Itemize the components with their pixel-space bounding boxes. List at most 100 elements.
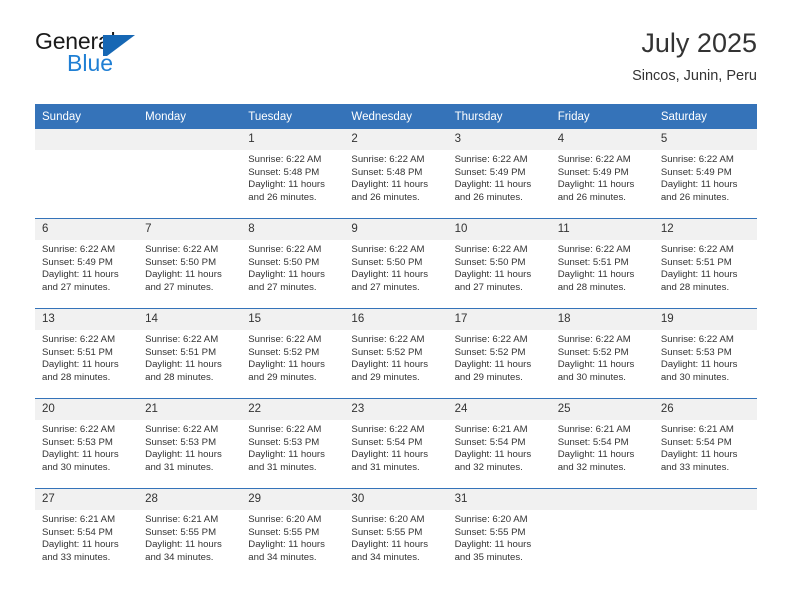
sunset-text: Sunset: 5:51 PM: [660, 256, 732, 268]
day-cell[interactable]: [653, 488, 757, 578]
day-number: 27: [35, 489, 139, 510]
day-cell[interactable]: 29 Sunrise: 6:20 AM Sunset: 5:55 PM Dayligh…: [241, 488, 345, 578]
sunset-text: Sunset: 5:49 PM: [42, 256, 113, 268]
day-cell-content: 29 Sunrise: 6:20 AM Sunset: 5:55 PM Dayligh…: [241, 489, 345, 578]
day-cell[interactable]: 16 Sunrise: 6:22 AM Sunset: 5:52 PM Dayligh…: [344, 308, 448, 399]
day-cell[interactable]: 2 Sunrise: 6:22 AM Sunset: 5:48 PM Daylight…: [344, 129, 448, 219]
day-number: 22: [241, 399, 345, 420]
day-cell[interactable]: 10 Sunrise: 6:22 AM Sunset: 5:50 PM Dayligh…: [447, 218, 551, 309]
day-number: 30: [344, 489, 448, 510]
daylight-text-line1: Daylight: 11 hours: [660, 449, 738, 461]
day-cell[interactable]: 24 Sunrise: 6:21 AM Sunset: 5:54 PM Dayligh…: [447, 398, 551, 489]
day-details: Sunrise: 6:22 AM Sunset: 5:49 PM Daylight:…: [35, 240, 138, 294]
day-cell-content: 27 Sunrise: 6:21 AM Sunset: 5:54 PM Dayligh…: [35, 489, 139, 578]
daylight-text-line1: Daylight: 11 hours: [454, 539, 532, 551]
calendar-header-row: Sunday Monday Tuesday Wednesday Thursday…: [35, 104, 757, 129]
daylight-text-line1: Daylight: 11 hours: [145, 449, 222, 461]
daylight-text-line1: Daylight: 11 hours: [42, 359, 119, 371]
calendar-week-row: 27 Sunrise: 6:21 AM Sunset: 5:54 PM Dayligh…: [35, 488, 757, 578]
brand-logo: General Blue: [35, 28, 295, 88]
day-number: 18: [550, 309, 654, 330]
day-cell[interactable]: 11 Sunrise: 6:22 AM Sunset: 5:51 PM Dayligh…: [550, 218, 654, 309]
day-cell[interactable]: 8 Sunrise: 6:22 AM Sunset: 5:50 PM Daylight…: [241, 218, 345, 309]
sunrise-text: Sunrise: 6:22 AM: [42, 244, 116, 255]
day-cell[interactable]: 20 Sunrise: 6:22 AM Sunset: 5:53 PM Dayligh…: [35, 398, 139, 489]
daylight-text-line2: and 27 minutes.: [248, 281, 317, 293]
day-number: 6: [35, 219, 139, 240]
day-cell[interactable]: 19 Sunrise: 6:22 AM Sunset: 5:53 PM Dayligh…: [653, 308, 757, 399]
day-details: Sunrise: 6:22 AM Sunset: 5:51 PM Daylight:…: [551, 240, 654, 294]
day-cell[interactable]: 14 Sunrise: 6:22 AM Sunset: 5:51 PM Dayligh…: [138, 308, 242, 399]
daylight-text-line1: Daylight: 11 hours: [454, 179, 532, 191]
day-cell[interactable]: 12 Sunrise: 6:22 AM Sunset: 5:51 PM Dayligh…: [653, 218, 757, 309]
day-cell[interactable]: [35, 129, 139, 219]
day-cell[interactable]: 31 Sunrise: 6:20 AM Sunset: 5:55 PM Dayligh…: [447, 488, 551, 578]
page-header: General Blue July 2025 Sincos, Junin, Pe…: [35, 28, 757, 96]
day-cell[interactable]: 27 Sunrise: 6:21 AM Sunset: 5:54 PM Dayligh…: [35, 488, 139, 578]
sunset-text: Sunset: 5:55 PM: [248, 526, 320, 538]
day-cell[interactable]: 18 Sunrise: 6:22 AM Sunset: 5:52 PM Dayligh…: [550, 308, 654, 399]
day-cell[interactable]: 3 Sunrise: 6:22 AM Sunset: 5:49 PM Daylight…: [447, 129, 551, 219]
day-cell[interactable]: 4 Sunrise: 6:22 AM Sunset: 5:49 PM Daylight…: [550, 129, 654, 219]
daylight-text-line2: and 35 minutes.: [454, 551, 523, 563]
day-details: Sunrise: 6:22 AM Sunset: 5:50 PM Daylight:…: [138, 240, 241, 294]
day-cell[interactable]: 25 Sunrise: 6:21 AM Sunset: 5:54 PM Dayligh…: [550, 398, 654, 489]
calendar-table: Sunday Monday Tuesday Wednesday Thursday…: [35, 104, 757, 578]
sunrise-text: Sunrise: 6:22 AM: [351, 154, 425, 165]
daylight-text-line1: Daylight: 11 hours: [557, 269, 635, 281]
day-cell[interactable]: 7 Sunrise: 6:22 AM Sunset: 5:50 PM Daylight…: [138, 218, 242, 309]
sunset-text: Sunset: 5:54 PM: [42, 526, 113, 538]
daylight-text-line1: Daylight: 11 hours: [557, 449, 635, 461]
day-cell[interactable]: 6 Sunrise: 6:22 AM Sunset: 5:49 PM Daylight…: [35, 218, 139, 309]
day-cell[interactable]: 21 Sunrise: 6:22 AM Sunset: 5:53 PM Dayligh…: [138, 398, 242, 489]
daylight-text-line1: Daylight: 11 hours: [351, 539, 429, 551]
sunset-text: Sunset: 5:52 PM: [454, 346, 526, 358]
day-cell[interactable]: 13 Sunrise: 6:22 AM Sunset: 5:51 PM Dayligh…: [35, 308, 139, 399]
day-number: [138, 129, 242, 150]
day-cell-content: 10 Sunrise: 6:22 AM Sunset: 5:50 PM Dayligh…: [447, 219, 551, 308]
day-cell[interactable]: 15 Sunrise: 6:22 AM Sunset: 5:52 PM Dayligh…: [241, 308, 345, 399]
day-cell[interactable]: 30 Sunrise: 6:20 AM Sunset: 5:55 PM Dayligh…: [344, 488, 448, 578]
day-cell-content: 7 Sunrise: 6:22 AM Sunset: 5:50 PM Daylight…: [138, 219, 242, 308]
day-cell[interactable]: [550, 488, 654, 578]
day-cell[interactable]: 28 Sunrise: 6:21 AM Sunset: 5:55 PM Dayligh…: [138, 488, 242, 578]
day-cell[interactable]: 17 Sunrise: 6:22 AM Sunset: 5:52 PM Dayligh…: [447, 308, 551, 399]
sunset-text: Sunset: 5:53 PM: [248, 436, 320, 448]
daylight-text-line1: Daylight: 11 hours: [454, 449, 532, 461]
calendar-week-row: 6 Sunrise: 6:22 AM Sunset: 5:49 PM Daylight…: [35, 218, 757, 309]
sunrise-text: Sunrise: 6:21 AM: [660, 424, 734, 435]
day-cell[interactable]: 22 Sunrise: 6:22 AM Sunset: 5:53 PM Dayligh…: [241, 398, 345, 489]
day-cell[interactable]: 23 Sunrise: 6:22 AM Sunset: 5:54 PM Dayligh…: [344, 398, 448, 489]
day-cell[interactable]: 5 Sunrise: 6:22 AM Sunset: 5:49 PM Daylight…: [653, 129, 757, 219]
day-cell[interactable]: 9 Sunrise: 6:22 AM Sunset: 5:50 PM Daylight…: [344, 218, 448, 309]
day-cell[interactable]: 1 Sunrise: 6:22 AM Sunset: 5:48 PM Daylight…: [241, 129, 345, 219]
day-cell-content: 13 Sunrise: 6:22 AM Sunset: 5:51 PM Dayligh…: [35, 309, 139, 398]
sunrise-text: Sunrise: 6:22 AM: [351, 334, 425, 345]
day-cell-content: 4 Sunrise: 6:22 AM Sunset: 5:49 PM Daylight…: [550, 129, 654, 218]
day-cell-content: 3 Sunrise: 6:22 AM Sunset: 5:49 PM Daylight…: [447, 129, 551, 218]
day-cell-content: 31 Sunrise: 6:20 AM Sunset: 5:55 PM Dayligh…: [447, 489, 551, 578]
daylight-text-line1: Daylight: 11 hours: [351, 449, 429, 461]
sunrise-text: Sunrise: 6:22 AM: [248, 334, 322, 345]
daylight-text-line1: Daylight: 11 hours: [660, 269, 738, 281]
daylight-text-line1: Daylight: 11 hours: [351, 269, 429, 281]
day-cell-content: 21 Sunrise: 6:22 AM Sunset: 5:53 PM Dayligh…: [138, 399, 242, 488]
sunrise-text: Sunrise: 6:22 AM: [145, 244, 219, 255]
sunset-text: Sunset: 5:50 PM: [248, 256, 320, 268]
day-number: 11: [550, 219, 654, 240]
daylight-text-line1: Daylight: 11 hours: [660, 179, 738, 191]
day-details: Sunrise: 6:22 AM Sunset: 5:53 PM Daylight:…: [654, 330, 757, 384]
daylight-text-line1: Daylight: 11 hours: [145, 359, 222, 371]
daylight-text-line1: Daylight: 11 hours: [42, 449, 119, 461]
calendar-week-row: 13 Sunrise: 6:22 AM Sunset: 5:51 PM Dayligh…: [35, 308, 757, 399]
sunrise-text: Sunrise: 6:20 AM: [454, 514, 528, 525]
weekday-header-monday: Monday: [138, 104, 242, 129]
day-details: Sunrise: 6:22 AM Sunset: 5:51 PM Daylight:…: [654, 240, 757, 294]
day-cell[interactable]: [138, 129, 242, 219]
day-number: 16: [344, 309, 448, 330]
day-number: 14: [138, 309, 242, 330]
day-details: Sunrise: 6:22 AM Sunset: 5:48 PM Daylight:…: [344, 150, 447, 204]
day-details: Sunrise: 6:21 AM Sunset: 5:54 PM Daylight:…: [654, 420, 757, 474]
day-cell[interactable]: 26 Sunrise: 6:21 AM Sunset: 5:54 PM Dayligh…: [653, 398, 757, 489]
day-details: Sunrise: 6:22 AM Sunset: 5:51 PM Daylight:…: [35, 330, 138, 384]
